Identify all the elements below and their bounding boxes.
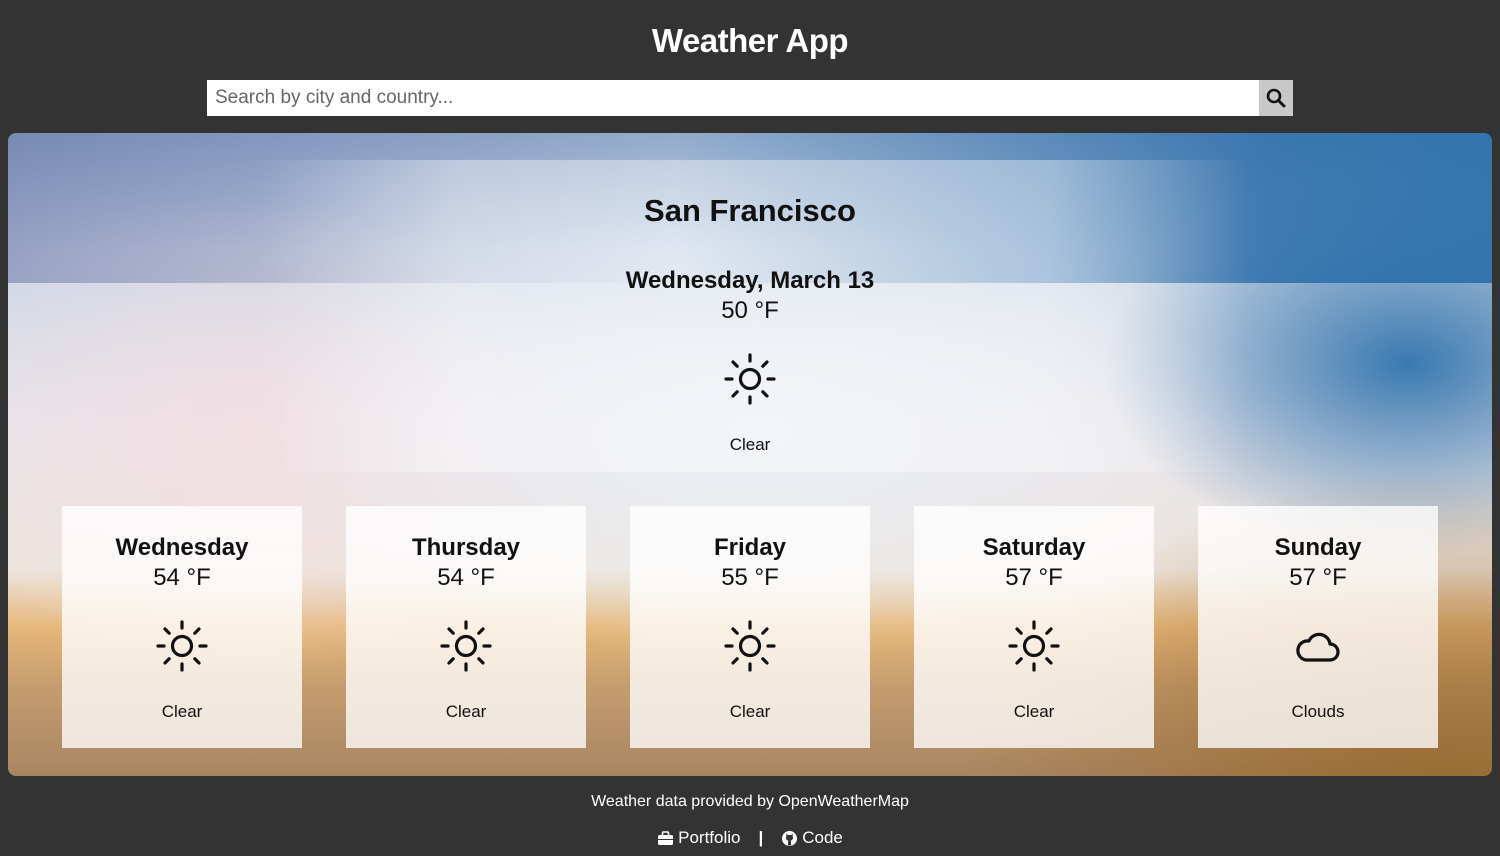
sun-icon bbox=[440, 620, 492, 672]
portfolio-label: Portfolio bbox=[678, 828, 741, 847]
forecast-day: Friday bbox=[713, 534, 787, 561]
forecast-card: Saturday 57 °F Clear bbox=[914, 506, 1154, 748]
forecast-description: Clear bbox=[445, 702, 487, 721]
forecast-day: Thursday bbox=[411, 534, 521, 561]
forecast-card: Thursday 54 °F Clear bbox=[346, 506, 586, 748]
sun-icon bbox=[1008, 620, 1060, 672]
app-title: Weather App bbox=[651, 22, 849, 59]
forecast-temperature: 54 °F bbox=[153, 564, 211, 591]
footer-links: Portfolio | Code bbox=[0, 828, 1500, 848]
search-icon bbox=[1266, 88, 1286, 108]
forecast-description: Clear bbox=[1013, 702, 1055, 721]
sun-icon bbox=[724, 620, 776, 672]
cloud-icon bbox=[1296, 632, 1340, 662]
forecast-temperature: 54 °F bbox=[437, 564, 495, 591]
weather-card: San Francisco Wednesday, March 13 50 °F … bbox=[8, 133, 1492, 776]
forecast-day: Wednesday bbox=[115, 534, 249, 561]
portfolio-link[interactable]: Portfolio bbox=[657, 828, 740, 848]
footer-credit: Weather data provided by OpenWeatherMap bbox=[591, 793, 909, 810]
city-name: San Francisco bbox=[644, 193, 856, 228]
search-button[interactable] bbox=[1259, 80, 1293, 116]
forecast-temperature: 55 °F bbox=[721, 564, 779, 591]
sun-icon bbox=[156, 620, 208, 672]
search-input[interactable] bbox=[207, 80, 1259, 116]
today-temperature: 50 °F bbox=[721, 297, 779, 324]
search-bar bbox=[207, 80, 1293, 116]
forecast-card: Friday 55 °F Clear bbox=[630, 506, 870, 748]
sun-icon bbox=[724, 353, 776, 405]
github-icon bbox=[782, 830, 798, 846]
code-label: Code bbox=[802, 828, 843, 847]
forecast-day: Saturday bbox=[982, 534, 1086, 561]
forecast-day: Sunday bbox=[1274, 534, 1362, 561]
today-description: Clear bbox=[729, 435, 771, 454]
code-link[interactable]: Code bbox=[781, 828, 843, 848]
briefcase-icon bbox=[658, 830, 674, 845]
forecast-card: Sunday 57 °F Clouds bbox=[1198, 506, 1438, 748]
forecast-description: Clouds bbox=[1291, 702, 1345, 721]
forecast-description: Clear bbox=[161, 702, 203, 721]
forecast-description: Clear bbox=[729, 702, 771, 721]
forecast-temperature: 57 °F bbox=[1005, 564, 1063, 591]
footer-separator: | bbox=[758, 828, 764, 847]
forecast-card: Wednesday 54 °F Clear bbox=[62, 506, 302, 748]
today-date: Wednesday, March 13 bbox=[625, 267, 875, 294]
forecast-temperature: 57 °F bbox=[1289, 564, 1347, 591]
